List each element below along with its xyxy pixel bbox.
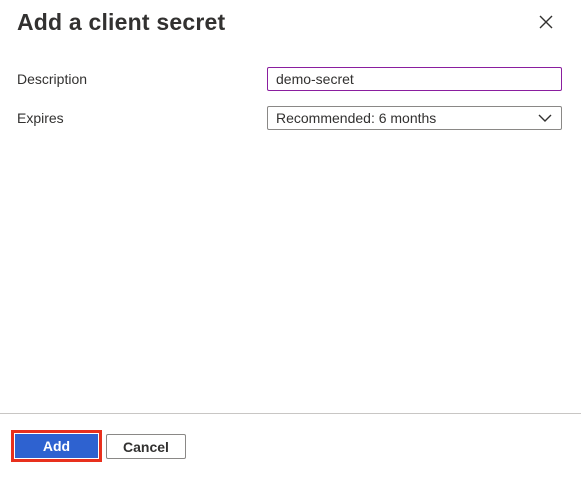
expires-dropdown[interactable]: Recommended: 6 months: [267, 106, 562, 130]
close-icon: [539, 15, 553, 29]
cancel-button[interactable]: Cancel: [106, 434, 186, 459]
expires-label: Expires: [17, 110, 64, 126]
add-button-highlight: Add: [11, 430, 102, 462]
chevron-down-icon: [537, 110, 553, 126]
add-button[interactable]: Add: [15, 434, 98, 458]
expires-selected-value: Recommended: 6 months: [276, 110, 437, 126]
description-input[interactable]: [267, 67, 562, 91]
description-label: Description: [17, 71, 88, 87]
close-button[interactable]: [534, 10, 558, 34]
footer-divider: [0, 413, 581, 414]
panel-title: Add a client secret: [17, 9, 226, 35]
add-client-secret-panel: Add a client secret Description Expires …: [0, 0, 581, 498]
